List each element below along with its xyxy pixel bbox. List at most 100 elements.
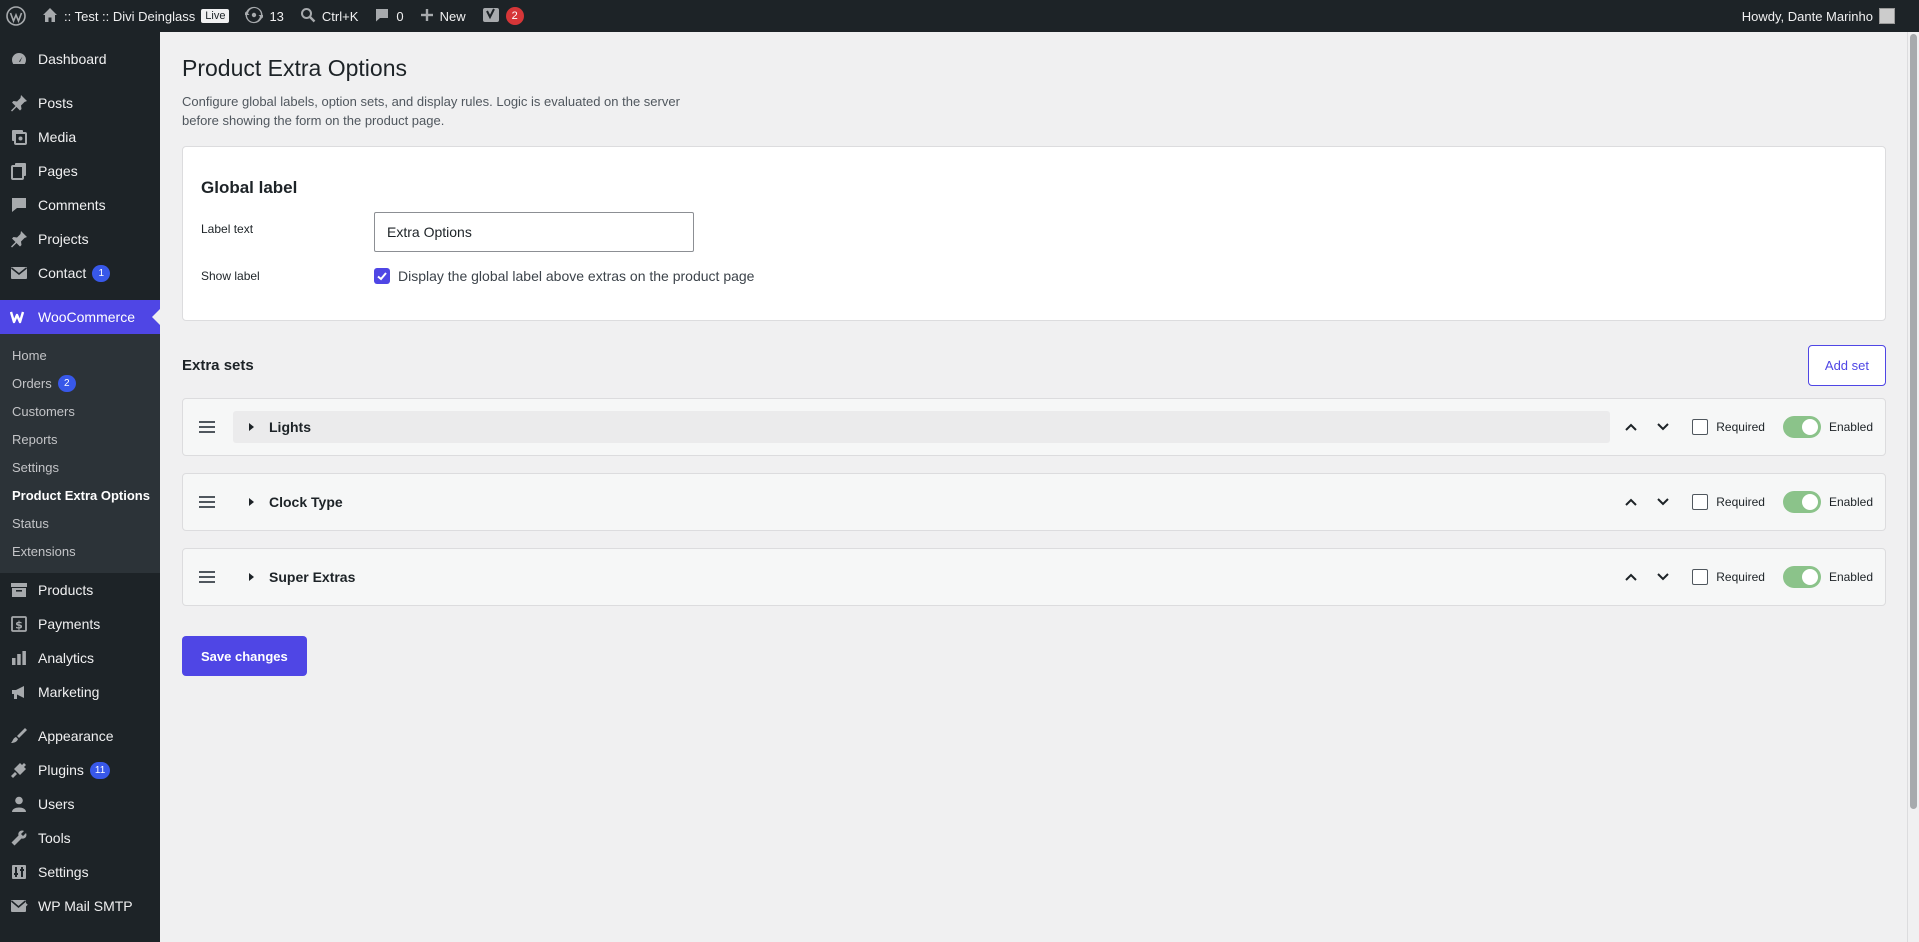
submenu-settings-label: Settings: [12, 459, 59, 475]
plugin-icon: [10, 761, 28, 779]
woocommerce-submenu: Home Orders 2 Customers Reports Settings …: [0, 334, 160, 573]
yoast-link[interactable]: 2: [474, 0, 532, 32]
menu-dashboard[interactable]: Dashboard: [0, 42, 160, 76]
menu-users[interactable]: Users: [0, 787, 160, 821]
search-link[interactable]: Ctrl+K: [292, 0, 366, 32]
menu-pages[interactable]: Pages: [0, 154, 160, 188]
yoast-icon: [482, 6, 500, 27]
submenu-customers-label: Customers: [12, 403, 75, 419]
menu-posts[interactable]: Posts: [0, 86, 160, 120]
menu-woocommerce[interactable]: WooCommerce: [0, 300, 160, 334]
menu-analytics-label: Analytics: [38, 650, 95, 666]
updates-link[interactable]: 13: [237, 0, 291, 32]
move-down-button[interactable]: [1652, 416, 1674, 438]
menu-projects[interactable]: Projects: [0, 222, 160, 256]
admin-sidebar: Dashboard Posts Media Pages Comments Pro…: [0, 32, 160, 942]
submenu-product-extra-options-label: Product Extra Options: [12, 487, 150, 503]
menu-marketing[interactable]: Marketing: [0, 675, 160, 709]
required-checkbox[interactable]: [1692, 569, 1709, 585]
menu-users-label: Users: [38, 796, 75, 812]
extra-set-row: Clock Type Required Enabled: [182, 473, 1886, 531]
megaphone-icon: [10, 683, 28, 701]
updates-icon: [243, 6, 266, 27]
submenu-extensions-label: Extensions: [12, 543, 76, 559]
admin-bar: :: Test :: Divi Deinglass Live 13 Ctrl+K…: [0, 0, 1919, 32]
checkmark-icon: [377, 272, 387, 281]
submenu-status[interactable]: Status: [0, 509, 160, 537]
submenu-home[interactable]: Home: [0, 341, 160, 369]
save-changes-button[interactable]: Save changes: [182, 636, 307, 676]
menu-payments[interactable]: $ Payments: [0, 607, 160, 641]
label-text-row: Label text Extra Options: [201, 212, 1867, 252]
extra-set-toggle[interactable]: Clock Type: [233, 486, 1610, 518]
submenu-product-extra-options[interactable]: Product Extra Options: [0, 481, 160, 509]
enabled-label: Enabled: [1828, 495, 1873, 509]
chevron-down-icon: [1657, 573, 1669, 581]
pages-icon: [10, 162, 28, 180]
submenu-settings[interactable]: Settings: [0, 453, 160, 481]
paintbrush-icon: [10, 727, 28, 745]
extra-sets-title: Extra sets: [182, 357, 254, 374]
required-label: Required: [1716, 570, 1765, 584]
enabled-toggle[interactable]: [1782, 491, 1821, 513]
menu-payments-label: Payments: [38, 616, 101, 632]
mail-icon: [10, 264, 28, 282]
required-checkbox[interactable]: [1692, 419, 1709, 435]
move-down-button[interactable]: [1652, 566, 1674, 588]
site-name: :: Test :: Divi Deinglass: [64, 8, 196, 24]
extra-set-toggle[interactable]: Super Extras: [233, 561, 1610, 593]
page-scrollbar[interactable]: [1907, 32, 1919, 942]
scrollbar-thumb[interactable]: [1910, 34, 1917, 809]
menu-tools[interactable]: Tools: [0, 821, 160, 855]
submenu-customers[interactable]: Customers: [0, 397, 160, 425]
required-label: Required: [1716, 495, 1765, 509]
label-text-input[interactable]: Extra Options: [374, 212, 694, 252]
move-up-button[interactable]: [1620, 416, 1642, 438]
menu-settings[interactable]: Settings: [0, 855, 160, 889]
comments-link[interactable]: 0: [366, 0, 411, 32]
move-up-button[interactable]: [1620, 491, 1642, 513]
enabled-toggle[interactable]: [1782, 566, 1821, 588]
caret-right-icon: [249, 573, 254, 581]
menu-analytics[interactable]: Analytics: [0, 641, 160, 675]
menu-wp-mail-smtp[interactable]: WP Mail SMTP: [0, 889, 160, 923]
wordpress-logo-icon[interactable]: [0, 0, 34, 32]
menu-media[interactable]: Media: [0, 120, 160, 154]
menu-media-label: Media: [38, 129, 77, 145]
move-down-button[interactable]: [1652, 491, 1674, 513]
updates-count: 13: [269, 8, 284, 24]
menu-products[interactable]: Products: [0, 573, 160, 607]
media-icon: [10, 128, 28, 146]
chevron-down-icon: [1657, 498, 1669, 506]
settings-icon: [10, 863, 28, 881]
required-checkbox[interactable]: [1692, 494, 1709, 510]
drag-handle-icon[interactable]: [197, 567, 217, 587]
menu-plugins[interactable]: Plugins 11: [0, 753, 160, 787]
move-up-button[interactable]: [1620, 566, 1642, 588]
enabled-toggle[interactable]: [1782, 416, 1821, 438]
show-label-checkbox[interactable]: [374, 268, 390, 284]
menu-contact[interactable]: Contact 1: [0, 256, 160, 290]
submenu-orders[interactable]: Orders 2: [0, 369, 160, 397]
menu-comments[interactable]: Comments: [0, 188, 160, 222]
menu-appearance[interactable]: Appearance: [0, 719, 160, 753]
my-account-link[interactable]: Howdy, Dante Marinho: [1734, 0, 1919, 32]
extra-set-name: Lights: [269, 419, 311, 435]
comments-icon: [10, 196, 28, 214]
extra-set-toggle[interactable]: Lights: [233, 411, 1611, 443]
new-content-link[interactable]: New: [412, 0, 474, 32]
drag-handle-icon[interactable]: [197, 417, 217, 437]
add-set-button[interactable]: Add set: [1807, 345, 1886, 386]
orders-count-badge: 2: [57, 374, 76, 392]
extra-sets-header: Extra sets Add set: [182, 345, 1886, 386]
menu-projects-label: Projects: [38, 231, 89, 247]
global-label-card: Global label Label text Extra Options Sh…: [182, 146, 1886, 321]
extra-sets-list: Lights Required Enabled Clock Type Requi…: [182, 398, 1886, 606]
submenu-extensions[interactable]: Extensions: [0, 537, 160, 565]
menu-wp-mail-smtp-label: WP Mail SMTP: [38, 898, 133, 914]
submenu-reports[interactable]: Reports: [0, 425, 160, 453]
site-name-link[interactable]: :: Test :: Divi Deinglass Live: [34, 0, 237, 32]
drag-handle-icon[interactable]: [197, 492, 217, 512]
bar-chart-icon: [10, 649, 28, 667]
greeting: Howdy, Dante Marinho: [1741, 8, 1873, 24]
